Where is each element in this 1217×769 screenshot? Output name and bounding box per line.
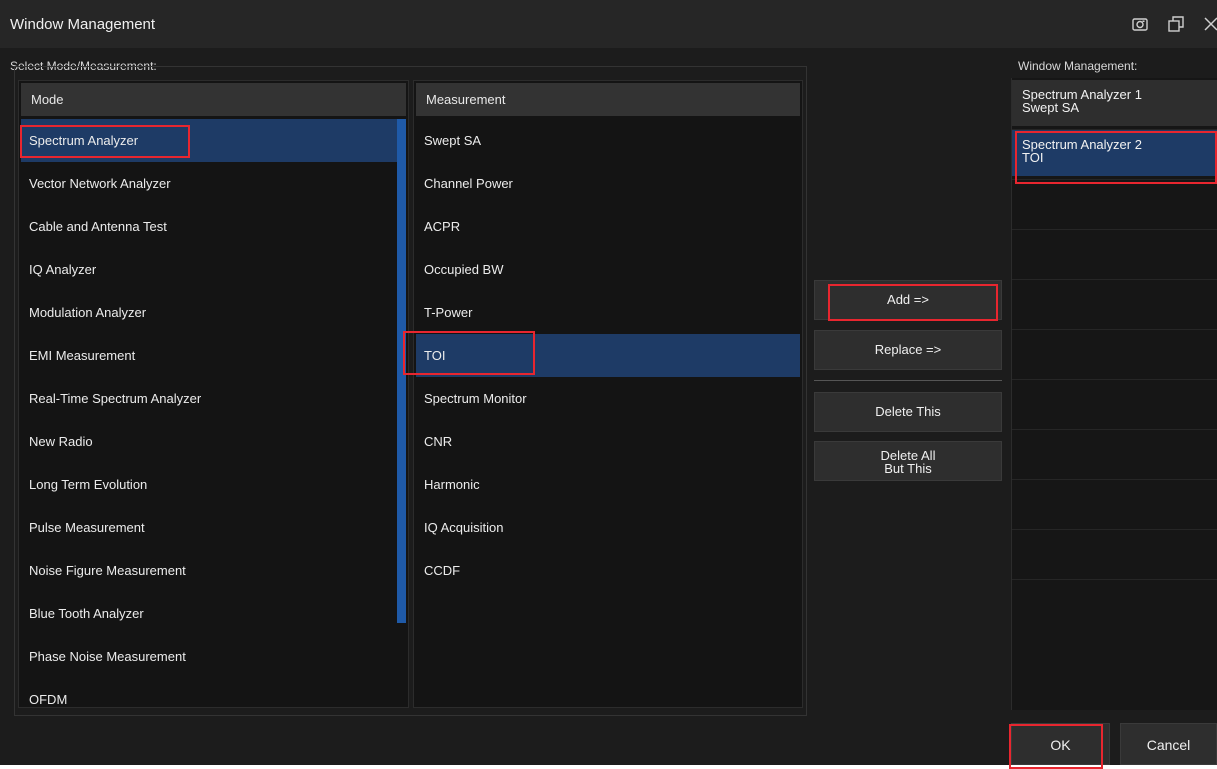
cancel-button[interactable]: Cancel (1120, 723, 1217, 765)
mode-list-item[interactable]: Pulse Measurement (21, 506, 399, 549)
window-slot[interactable] (1012, 530, 1217, 580)
window-slot[interactable]: Spectrum Analyzer 2 TOI (1012, 130, 1217, 180)
measurement-list-item[interactable]: CCDF (416, 549, 800, 592)
window-item[interactable]: Spectrum Analyzer 2 TOI (1012, 130, 1217, 176)
mode-list-item[interactable]: Spectrum Analyzer (21, 119, 399, 162)
measurement-list-item[interactable]: Spectrum Monitor (416, 377, 800, 420)
measurement-list-item[interactable]: ACPR (416, 205, 800, 248)
window-slot[interactable] (1012, 430, 1217, 480)
window-slot[interactable] (1012, 380, 1217, 430)
mode-list-item[interactable]: Cable and Antenna Test (21, 205, 399, 248)
mode-list-item[interactable]: IQ Analyzer (21, 248, 399, 291)
window-management-list: Spectrum Analyzer 1 Swept SA Spectrum Anal… (1011, 78, 1217, 710)
mode-panel: Mode Spectrum Analyzer Vector Network Ana… (18, 80, 409, 708)
window-item[interactable]: Spectrum Analyzer 1 Swept SA (1012, 80, 1217, 126)
mode-list-item[interactable]: Real-Time Spectrum Analyzer (21, 377, 399, 420)
mode-list-item[interactable]: EMI Measurement (21, 334, 399, 377)
mode-list-item[interactable]: Vector Network Analyzer (21, 162, 399, 205)
mode-list-item[interactable]: Noise Figure Measurement (21, 549, 399, 592)
mode-list-item[interactable]: Blue Tooth Analyzer (21, 592, 399, 635)
camera-icon[interactable] (1130, 14, 1150, 34)
mode-header: Mode (21, 83, 406, 116)
window-slot[interactable] (1012, 330, 1217, 380)
measurement-header: Measurement (416, 83, 800, 116)
ok-button[interactable]: OK (1011, 723, 1110, 765)
window-management-dialog: Window Management Select Mode/Measuremen… (0, 0, 1217, 769)
mode-list-item[interactable]: Modulation Analyzer (21, 291, 399, 334)
measurement-list-item[interactable]: Swept SA (416, 119, 800, 162)
measurement-list[interactable]: Swept SA Channel Power ACPR Occupied BW T-Po… (416, 119, 800, 705)
measurement-list-item[interactable]: CNR (416, 420, 800, 463)
mode-list-scrollbar[interactable] (397, 119, 406, 623)
restore-icon[interactable] (1166, 14, 1186, 34)
measurement-list-item[interactable]: Channel Power (416, 162, 800, 205)
mode-list-item[interactable]: Long Term Evolution (21, 463, 399, 506)
window-item-measurement: Swept SA (1022, 100, 1080, 115)
window-title: Window Management (10, 16, 156, 33)
mode-list-item[interactable]: Phase Noise Measurement (21, 635, 399, 678)
title-bar: Window Management (0, 0, 1217, 48)
window-slot[interactable] (1012, 480, 1217, 530)
window-slot[interactable] (1012, 180, 1217, 230)
close-icon[interactable] (1201, 14, 1217, 34)
delete-all-line2: But This (884, 461, 932, 476)
measurement-list-item[interactable]: IQ Acquisition (416, 506, 800, 549)
replace-button[interactable]: Replace => (814, 330, 1002, 370)
measurement-list-item[interactable]: TOI (416, 334, 800, 377)
mode-list-item[interactable]: New Radio (21, 420, 399, 463)
window-item-measurement: TOI (1022, 150, 1044, 165)
add-button[interactable]: Add => (814, 280, 1002, 320)
mode-list-item[interactable]: OFDM (21, 678, 399, 705)
window-management-label: Window Management: (1018, 59, 1138, 73)
delete-this-button[interactable]: Delete This (814, 392, 1002, 432)
button-divider (814, 380, 1002, 381)
window-item-mode: Spectrum Analyzer 2 (1022, 137, 1142, 152)
window-slot[interactable] (1012, 280, 1217, 330)
mode-list[interactable]: Spectrum Analyzer Vector Network Analyzer… (21, 119, 406, 705)
measurement-panel: Measurement Swept SA Channel Power ACPR Occ… (413, 80, 803, 708)
measurement-list-item[interactable]: Occupied BW (416, 248, 800, 291)
window-slot[interactable] (1012, 230, 1217, 280)
measurement-list-item[interactable]: Harmonic (416, 463, 800, 506)
measurement-list-item[interactable]: T-Power (416, 291, 800, 334)
window-slot[interactable]: Spectrum Analyzer 1 Swept SA (1012, 80, 1217, 130)
delete-all-but-this-button[interactable]: Delete All But This (814, 441, 1002, 481)
